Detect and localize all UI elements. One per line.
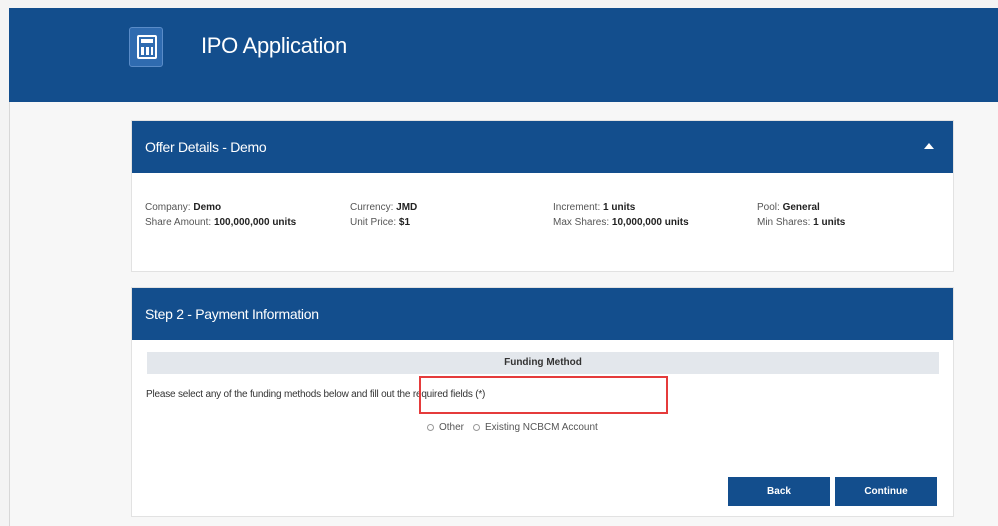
payment-header: Step 2 - Payment Information xyxy=(132,288,953,340)
radio-circle-icon[interactable] xyxy=(473,424,481,431)
funding-options: Other Existing NCBCM Account xyxy=(427,422,607,433)
radio-existing-ncbcm-account[interactable]: Existing NCBCM Account xyxy=(473,422,598,433)
funding-method-header: Funding Method xyxy=(147,352,939,374)
offer-details-panel: Offer Details - Demo Company: Demo Share… xyxy=(131,120,954,272)
currency-detail: Currency: JMD Unit Price: $1 xyxy=(350,202,418,228)
offer-details-header[interactable]: Offer Details - Demo xyxy=(132,121,953,173)
continue-button[interactable]: Continue xyxy=(835,477,937,506)
offer-details-title: Offer Details - Demo xyxy=(145,139,267,155)
highlight-box xyxy=(419,376,668,414)
chevron-up-icon[interactable] xyxy=(924,143,934,149)
increment-detail: Increment: 1 units Max Shares: 10,000,00… xyxy=(553,202,689,228)
radio-circle-icon[interactable] xyxy=(427,424,434,431)
back-button[interactable]: Back xyxy=(728,477,830,506)
payment-title: Step 2 - Payment Information xyxy=(145,306,319,322)
radio-other[interactable]: Other xyxy=(427,422,464,433)
payment-panel: Step 2 - Payment Information Funding Met… xyxy=(131,287,954,517)
app-title: IPO Application xyxy=(201,33,347,58)
pool-detail: Pool: General Min Shares: 1 units xyxy=(757,202,846,228)
ipo-app-icon xyxy=(129,27,163,67)
company-detail: Company: Demo Share Amount: 100,000,000 … xyxy=(145,202,297,228)
